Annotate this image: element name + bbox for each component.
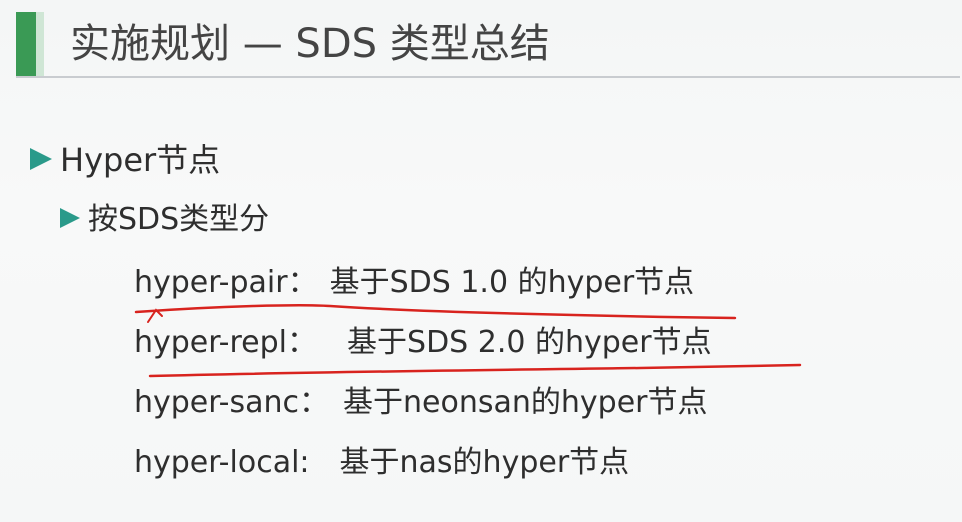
bullet-triangle-icon xyxy=(60,207,80,228)
item-desc: 基于SDS 1.0 的hyper节点 xyxy=(329,265,695,300)
bullet-level1: Hyper节点 xyxy=(30,138,220,182)
item-desc: 基于neonsan的hyper节点 xyxy=(343,385,708,420)
item-desc: 基于nas的hyper节点 xyxy=(339,445,630,480)
list-item: hyper-local: 基于nas的hyper节点 xyxy=(134,441,629,485)
item-key: hyper-repl： xyxy=(134,325,318,360)
red-underline-annotation xyxy=(148,363,802,378)
item-key: hyper-pair： xyxy=(134,265,318,300)
list-item: hyper-pair： 基于SDS 1.0 的hyper节点 xyxy=(134,261,694,305)
bullet-level2-label: 按SDS类型分 xyxy=(88,202,270,237)
slide: 实施规划 — SDS 类型总结 Hyper节点 按SDS类型分 hyper-pa… xyxy=(0,0,962,522)
bullet-triangle-icon xyxy=(30,148,52,170)
list-item: hyper-sanc： 基于neonsan的hyper节点 xyxy=(134,381,708,425)
slide-title: 实施规划 — SDS 类型总结 xyxy=(70,21,550,67)
item-key: hyper-sanc： xyxy=(134,385,330,420)
title-accent-bar xyxy=(16,12,36,76)
item-key: hyper-local: xyxy=(134,445,310,480)
list-item: hyper-repl： 基于SDS 2.0 的hyper节点 xyxy=(134,321,712,365)
bullet-level2: 按SDS类型分 xyxy=(60,198,269,242)
bullet-level1-label: Hyper节点 xyxy=(60,141,221,179)
title-divider xyxy=(16,76,960,78)
red-underline-annotation xyxy=(134,304,737,320)
item-desc: 基于SDS 2.0 的hyper节点 xyxy=(347,325,712,360)
title-accent-bar-light xyxy=(36,12,44,76)
